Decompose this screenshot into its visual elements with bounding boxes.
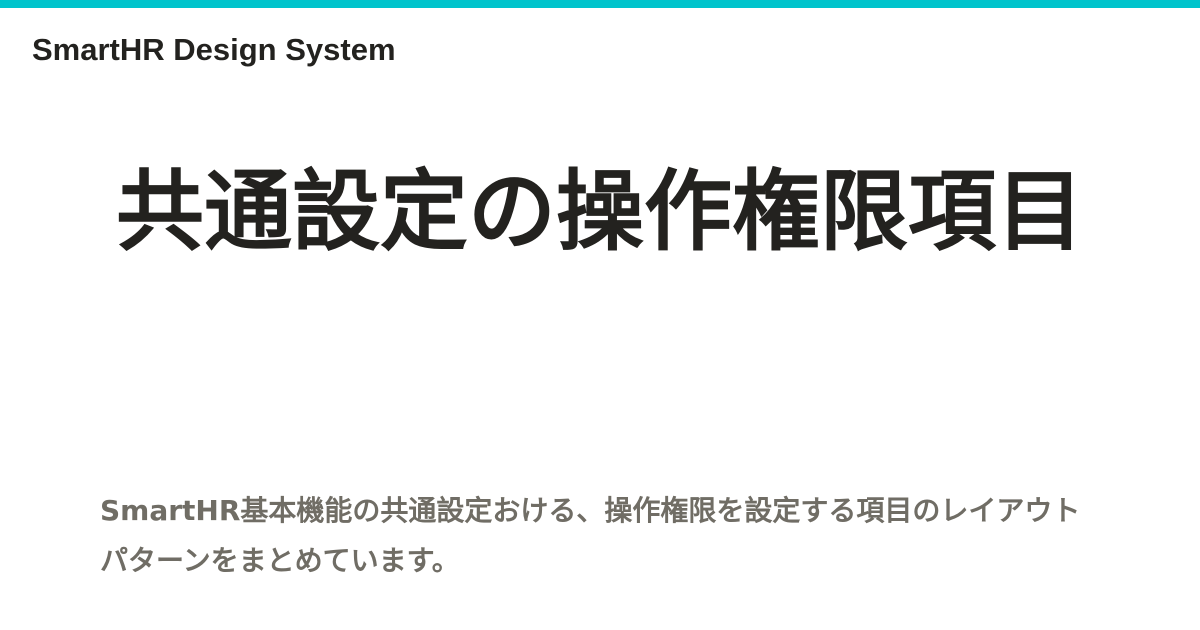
accent-top-bar [0, 0, 1200, 8]
brand-name: SmartHR Design System [32, 32, 396, 67]
page-title: 共通設定の操作権限項目 [115, 160, 1084, 263]
page-description: SmartHR基本機能の共通設定おける、操作権限を設定する項目のレイアウトパター… [100, 494, 1081, 577]
